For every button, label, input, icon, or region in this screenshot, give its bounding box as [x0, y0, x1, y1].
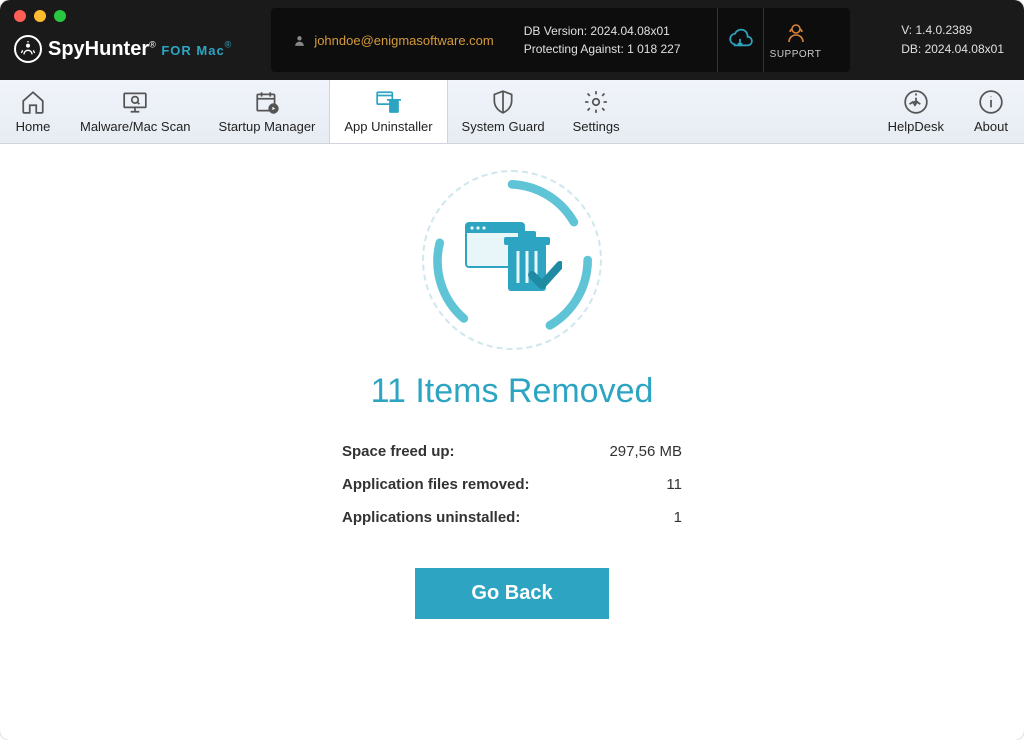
db-info: DB Version: 2024.04.08x01 Protecting Aga… — [524, 22, 681, 58]
toolbar-spacer — [634, 80, 874, 143]
tab-guard[interactable]: System Guard — [448, 80, 559, 143]
window-trash-icon — [375, 89, 401, 115]
tab-uninstaller-label: App Uninstaller — [344, 119, 432, 134]
cloud-download-icon — [727, 27, 753, 53]
stat-label: Applications uninstalled: — [342, 509, 520, 526]
tab-settings-label: Settings — [573, 119, 620, 134]
window-controls — [14, 10, 66, 22]
result-stats: Space freed up: 297,56 MB Application fi… — [342, 435, 682, 534]
main-toolbar: Home Malware/Mac Scan Startup Manager Ap… — [0, 80, 1024, 144]
home-icon — [20, 89, 46, 115]
go-back-button[interactable]: Go Back — [415, 568, 608, 619]
db-version-text: DB Version: 2024.04.08x01 — [524, 22, 681, 40]
stat-value: 1 — [674, 509, 682, 526]
tab-about[interactable]: About — [958, 80, 1024, 143]
tab-scan[interactable]: Malware/Mac Scan — [66, 80, 205, 143]
stat-label: Application files removed: — [342, 476, 530, 493]
tab-guard-label: System Guard — [462, 119, 545, 134]
brand-name: SpyHunter® FOR Mac® — [48, 38, 231, 61]
gear-icon — [583, 89, 609, 115]
tab-about-label: About — [974, 119, 1008, 134]
close-window-button[interactable] — [14, 10, 26, 22]
support-button[interactable]: SUPPORT — [764, 8, 828, 72]
tab-helpdesk[interactable]: HelpDesk — [874, 80, 958, 143]
support-group: SUPPORT — [717, 8, 828, 72]
support-label: SUPPORT — [770, 49, 822, 60]
tab-startup[interactable]: Startup Manager — [205, 80, 330, 143]
titlebar: SpyHunter® FOR Mac® johndoe@enigmasoftwa… — [0, 0, 1024, 80]
stat-value: 297,56 MB — [609, 443, 682, 460]
app-logo: SpyHunter® FOR Mac® — [14, 35, 231, 63]
ring-arcs — [426, 174, 598, 346]
stat-row: Applications uninstalled: 1 — [342, 501, 682, 534]
minimize-window-button[interactable] — [34, 10, 46, 22]
app-window: SpyHunter® FOR Mac® johndoe@enigmasoftwa… — [0, 0, 1024, 740]
tab-uninstaller[interactable]: App Uninstaller — [329, 80, 447, 143]
version-info: V: 1.4.0.2389 DB: 2024.04.08x01 — [901, 21, 1004, 59]
tab-helpdesk-label: HelpDesk — [888, 119, 944, 134]
result-title: 11 Items Removed — [371, 372, 654, 411]
tab-home-label: Home — [16, 119, 51, 134]
header-info-panel: johndoe@enigmasoftware.com DB Version: 2… — [271, 8, 849, 72]
cloud-sync-button[interactable] — [718, 8, 764, 72]
stat-value: 11 — [666, 476, 682, 493]
version-text: V: 1.4.0.2389 — [901, 21, 1004, 40]
helpdesk-icon — [903, 89, 929, 115]
protecting-count-text: Protecting Against: 1 018 227 — [524, 40, 681, 58]
shield-icon — [490, 89, 516, 115]
tab-scan-label: Malware/Mac Scan — [80, 119, 191, 134]
maximize-window-button[interactable] — [54, 10, 66, 22]
logo-icon — [14, 35, 42, 63]
stat-label: Space freed up: — [342, 443, 455, 460]
tab-settings[interactable]: Settings — [559, 80, 634, 143]
support-icon — [784, 21, 808, 45]
result-illustration — [422, 170, 602, 350]
user-email[interactable]: johndoe@enigmasoftware.com — [293, 33, 493, 48]
user-email-text: johndoe@enigmasoftware.com — [314, 33, 493, 48]
info-icon — [978, 89, 1004, 115]
tab-startup-label: Startup Manager — [219, 119, 316, 134]
stat-row: Application files removed: 11 — [342, 468, 682, 501]
tab-home[interactable]: Home — [0, 80, 66, 143]
stat-row: Space freed up: 297,56 MB — [342, 435, 682, 468]
user-icon — [293, 34, 306, 47]
content-area: 11 Items Removed Space freed up: 297,56 … — [0, 144, 1024, 619]
monitor-search-icon — [122, 89, 148, 115]
db-text: DB: 2024.04.08x01 — [901, 40, 1004, 59]
calendar-play-icon — [254, 89, 280, 115]
